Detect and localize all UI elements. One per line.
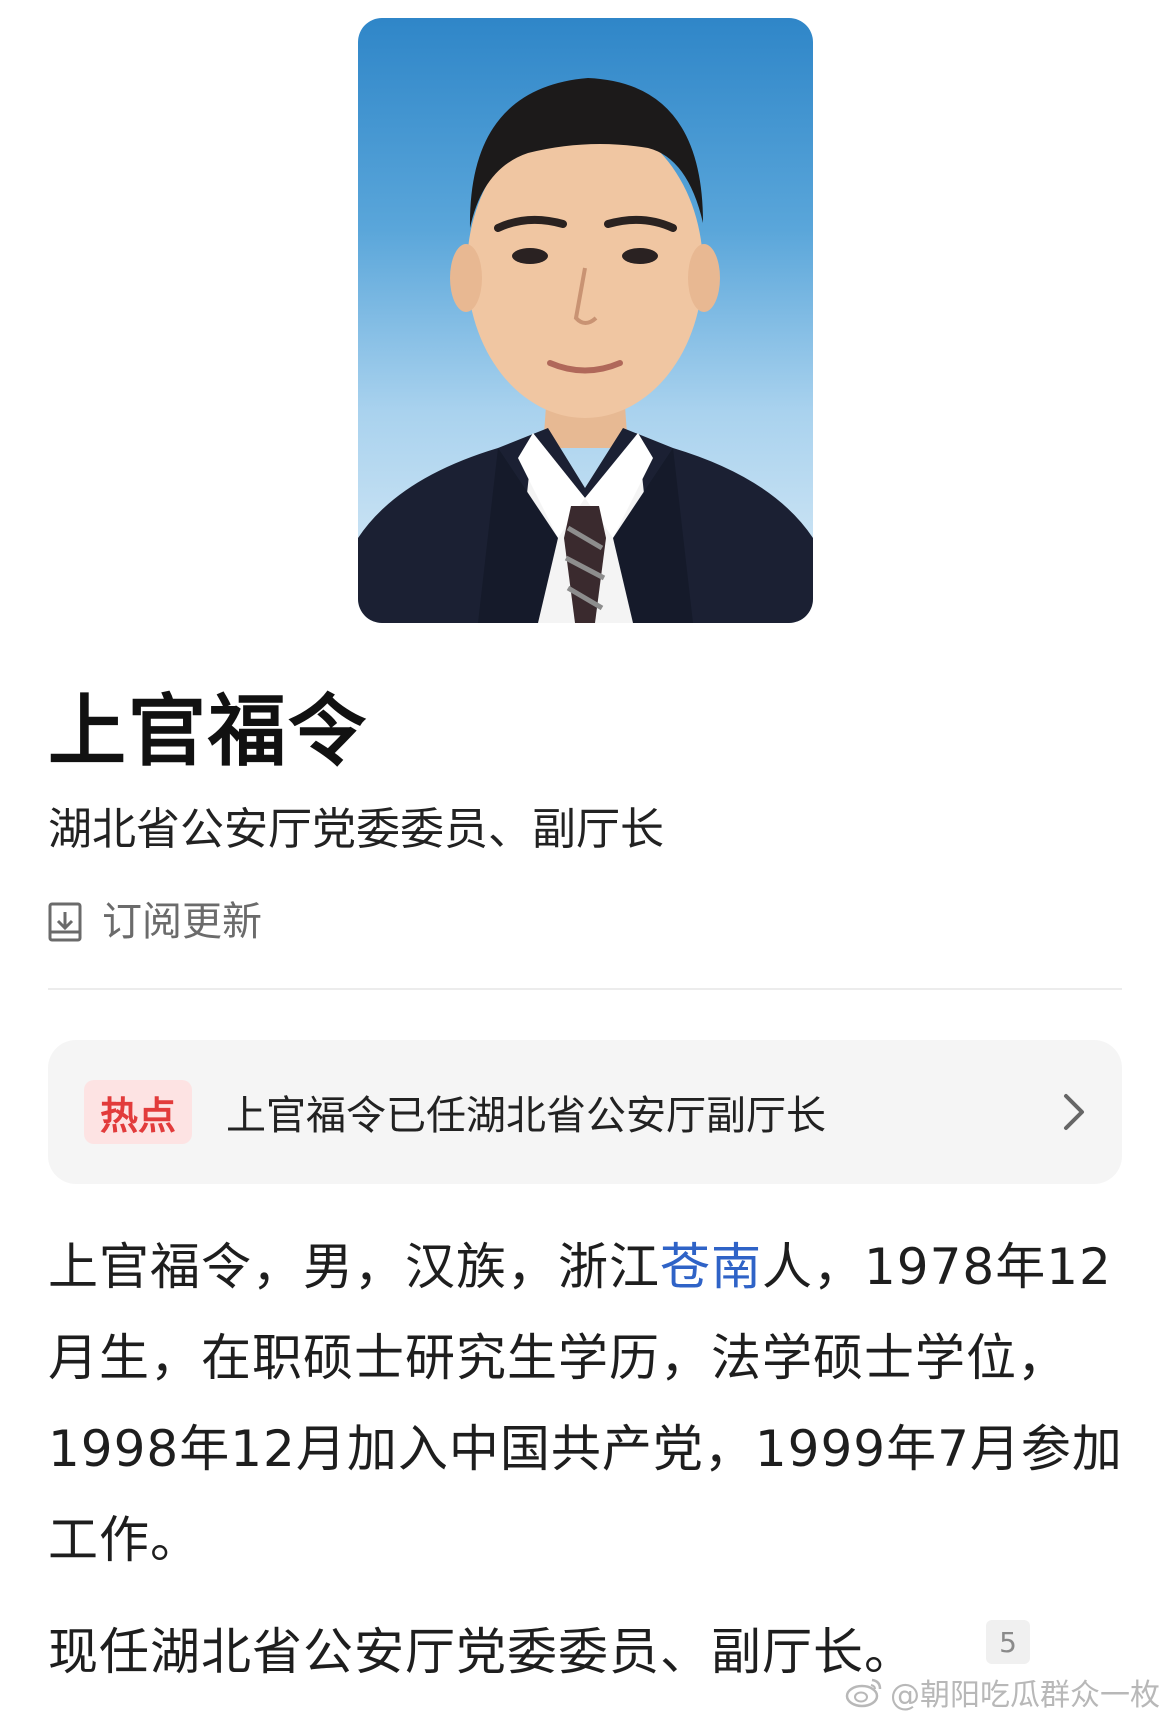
hot-news-text: 上官福令已任湖北省公安厅副厅长 — [226, 1093, 826, 1139]
hot-news-card[interactable]: 热点 上官福令已任湖北省公安厅副厅长 — [48, 1040, 1122, 1184]
portrait-photo[interactable] — [358, 18, 813, 623]
section-divider — [48, 988, 1122, 990]
bio-text-part1: 上官福令，男，汉族，浙江 — [48, 1238, 660, 1296]
subscribe-button[interactable]: 订阅更新 — [48, 894, 262, 950]
bio-paragraph: 上官福令，男，汉族，浙江苍南人，1978年12月生，在职硕士研究生学历，法学硕士… — [48, 1222, 1128, 1586]
person-name: 上官福令 — [48, 687, 369, 777]
hometown-link[interactable]: 苍南 — [660, 1238, 762, 1296]
chevron-right-icon — [1064, 1094, 1084, 1130]
watermark: @朝阳吃瓜群众一枚 — [844, 1670, 1160, 1714]
person-title: 湖北省公安厅党委委员、副厅长 — [48, 804, 664, 855]
hot-badge: 热点 — [84, 1080, 192, 1144]
citation-badge[interactable]: 5 — [986, 1620, 1030, 1664]
subscribe-icon — [48, 902, 82, 942]
weibo-icon — [845, 1678, 882, 1708]
watermark-text: @朝阳吃瓜群众一枚 — [890, 1678, 1160, 1713]
person-illustration — [358, 78, 813, 623]
subscribe-label: 订阅更新 — [102, 899, 262, 945]
current-position-text: 现任湖北省公安厅党委委员、副厅长。 — [48, 1623, 915, 1681]
